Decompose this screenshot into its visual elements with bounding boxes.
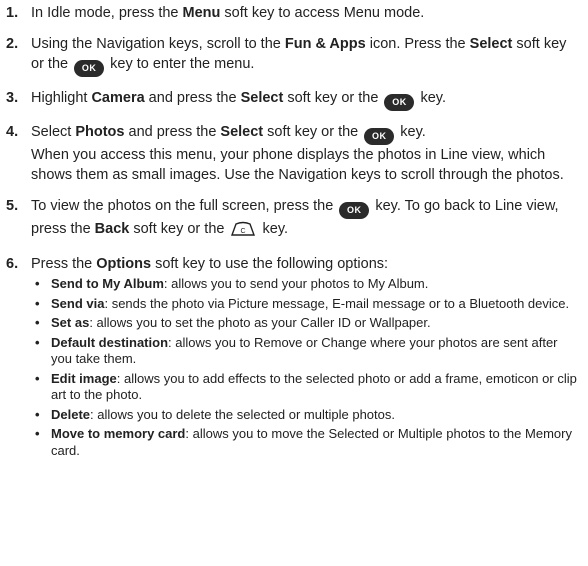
step-text: soft key or the (283, 90, 383, 106)
options-key-name: Options (96, 256, 152, 272)
option-desc: : allows you to add effects to the selec… (51, 370, 577, 403)
step-text: soft key to use the following options: (151, 256, 389, 272)
list-item: • Send via: sends the photo via Picture m… (31, 296, 582, 313)
step-number: 1. (6, 5, 19, 21)
bullet-icon: • (35, 426, 40, 441)
bullet-icon: • (35, 315, 40, 330)
step-text: icon. Press the (365, 36, 470, 52)
step-text: soft key to access Menu mode. (220, 5, 425, 21)
fun-apps-name: Fun & Apps (284, 36, 366, 52)
back-key-name: Back (94, 221, 130, 237)
photos-name: Photos (75, 124, 125, 140)
step-number: 5. (6, 198, 19, 214)
menu-key-name: Menu (182, 5, 221, 21)
step-text: soft key or the (263, 124, 363, 140)
step-text: In Idle mode, press the (31, 5, 183, 21)
svg-text:C: C (241, 228, 246, 235)
step-text: and press the (124, 124, 221, 140)
option-label: Move to memory card (51, 426, 186, 441)
step-text: key. (396, 124, 426, 140)
back-key-icon: C (230, 221, 256, 243)
step-6: 6. Press the Options soft key to use the… (6, 254, 582, 459)
list-item: • Delete: allows you to delete the select… (31, 407, 582, 424)
option-label: Edit image (51, 370, 117, 386)
option-desc: : allows you to delete the selected or m… (90, 406, 395, 422)
step-text: key. (416, 90, 446, 106)
list-item: • Send to My Album: allows you to send yo… (31, 276, 582, 293)
instructions-page: 1. In Idle mode, press the Menu soft key… (0, 0, 582, 459)
step-3: 3. Highlight Camera and press the Select… (6, 88, 582, 111)
step-text: key. (258, 221, 289, 237)
options-list: • Send to My Album: allows you to send yo… (31, 276, 582, 459)
option-desc: : allows you to send your photos to My A… (163, 276, 429, 291)
list-item: • Default destination: allows you to Remo… (31, 335, 582, 368)
step-text: Select (31, 124, 76, 140)
bullet-icon: • (35, 406, 40, 422)
step-number: 4. (6, 124, 19, 140)
step-number: 3. (6, 90, 19, 106)
option-label: Send to My Album (51, 276, 164, 291)
select-key-name: Select (240, 90, 284, 106)
ok-key-icon: OK (364, 128, 395, 145)
list-item: • Set as: allows you to set the photo as … (31, 315, 582, 332)
step-note: When you access this menu, your phone di… (31, 147, 564, 183)
step-text: Highlight (31, 90, 92, 106)
camera-name: Camera (91, 90, 145, 106)
step-text: Using the Navigation keys, scroll to the (31, 36, 285, 52)
option-label: Send via (51, 295, 105, 311)
list-item: • Move to memory card: allows you to move… (31, 426, 582, 459)
step-5: 5. To view the photos on the full screen… (6, 196, 582, 243)
step-4: 4. Select Photos and press the Select so… (6, 122, 582, 185)
step-1: 1. In Idle mode, press the Menu soft key… (6, 3, 582, 23)
ok-key-icon: OK (339, 202, 370, 219)
list-item: • Edit image: allows you to add effects t… (31, 371, 582, 404)
step-text: and press the (144, 90, 241, 106)
ok-key-icon: OK (384, 94, 415, 111)
option-label: Set as (51, 315, 90, 330)
option-label: Default destination (51, 334, 169, 350)
select-key-name: Select (469, 36, 513, 52)
option-desc: : allows you to set the photo as your Ca… (89, 315, 431, 330)
option-label: Delete (51, 406, 91, 422)
step-text: soft key or the (129, 221, 229, 237)
bullet-icon: • (35, 276, 40, 291)
option-desc: : sends the photo via Picture message, E… (104, 295, 570, 311)
step-number: 6. (6, 256, 19, 272)
step-text: Press the (31, 256, 97, 272)
select-key-name: Select (220, 124, 264, 140)
step-text: key to enter the menu. (106, 56, 255, 72)
step-number: 2. (6, 36, 19, 52)
bullet-icon: • (35, 334, 40, 350)
bullet-icon: • (35, 295, 40, 311)
step-text: To view the photos on the full screen, p… (31, 198, 338, 214)
bullet-icon: • (35, 370, 40, 386)
step-2: 2. Using the Navigation keys, scroll to … (6, 34, 582, 77)
ok-key-icon: OK (74, 60, 105, 77)
